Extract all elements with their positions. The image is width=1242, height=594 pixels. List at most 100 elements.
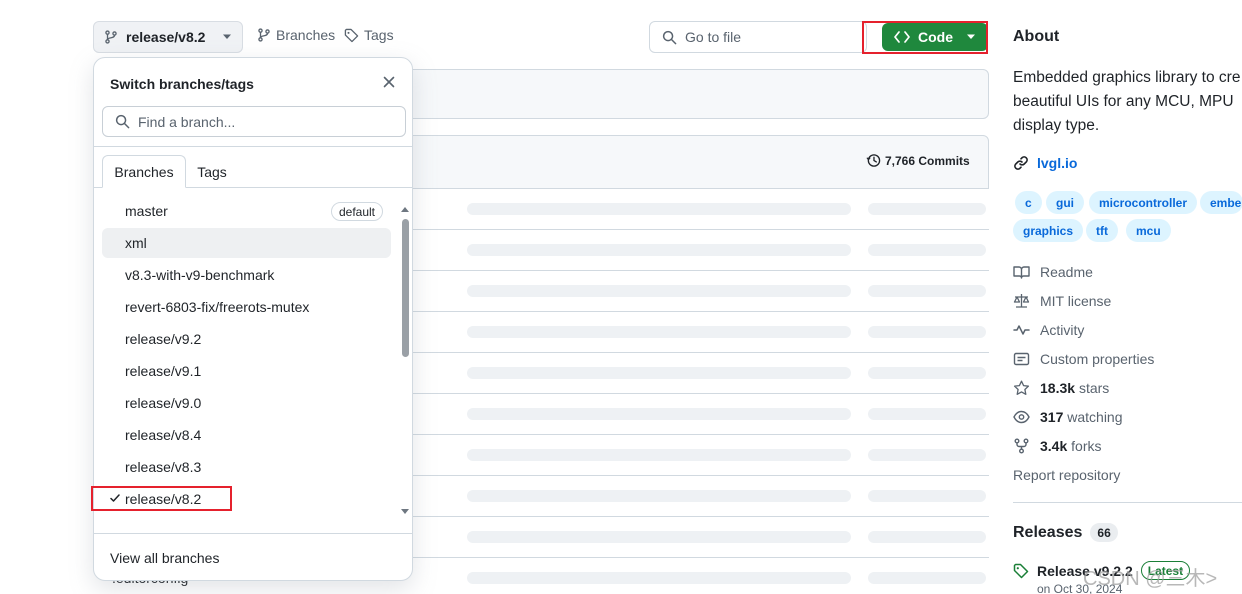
branch-name: xml: [125, 235, 147, 251]
eye-icon: [1013, 409, 1030, 425]
loading-placeholder: [868, 326, 986, 338]
loading-placeholder: [467, 449, 851, 461]
stars-link[interactable]: 18.3k stars: [1013, 380, 1109, 396]
repo-description: Embedded graphics library to cre beautif…: [1013, 69, 1241, 134]
law-scale-icon: [1013, 293, 1030, 309]
find-branch-input[interactable]: Find a branch...: [102, 106, 406, 137]
topic-tag[interactable]: embe: [1200, 191, 1242, 214]
branch-name: revert-6803-fix/freerots-mutex: [125, 299, 310, 315]
branches-link[interactable]: Branches: [257, 27, 335, 43]
loading-placeholder: [868, 203, 986, 215]
selected-branch-highlight-box: [91, 486, 232, 511]
report-repository-link[interactable]: Report repository: [1013, 467, 1120, 483]
dropdown-divider: [94, 146, 412, 147]
branch-name: release/v9.1: [125, 363, 202, 379]
loading-placeholder: [868, 285, 986, 297]
website-label: lvgl.io: [1037, 155, 1078, 171]
tab-branches[interactable]: Branches: [102, 155, 186, 188]
branch-name: release/v9.0: [125, 395, 202, 411]
branch-selector-label: release/v8.2: [126, 29, 206, 45]
branch-item-release-v9-0[interactable]: release/v9.0: [102, 388, 391, 418]
activity-link[interactable]: Activity: [1013, 322, 1084, 338]
loading-placeholder: [467, 285, 851, 297]
watching-label: watching: [1067, 409, 1123, 425]
triangle-down-icon: [222, 34, 232, 40]
branch-item-release-v8-3[interactable]: release/v8.3: [102, 452, 391, 482]
topic-tag[interactable]: c: [1015, 191, 1042, 214]
forks-link[interactable]: 3.4k forks: [1013, 438, 1101, 454]
topic-tag[interactable]: microcontroller: [1089, 191, 1198, 214]
custom-properties-link[interactable]: Custom properties: [1013, 351, 1154, 367]
activity-label: Activity: [1040, 322, 1085, 338]
branch-selector-button[interactable]: release/v8.2: [93, 21, 243, 53]
find-branch-placeholder: Find a branch...: [138, 113, 236, 130]
search-icon: [115, 114, 130, 129]
branch-item-v8-3-with-v9-benchmark[interactable]: v8.3-with-v9-benchmark: [102, 260, 391, 290]
forks-count: 3.4k: [1040, 438, 1068, 454]
loading-placeholder: [868, 408, 986, 420]
loading-placeholder: [467, 367, 851, 379]
go-to-file-input[interactable]: Go to file: [649, 21, 867, 53]
topic-tag[interactable]: mcu: [1126, 219, 1171, 242]
tags-link-label: Tags: [364, 27, 394, 43]
forks-label: forks: [1071, 438, 1102, 454]
dropdown-title: Switch branches/tags: [110, 76, 254, 92]
loading-placeholder: [868, 490, 986, 502]
tab-tags[interactable]: Tags: [186, 155, 238, 188]
loading-placeholder: [868, 531, 986, 543]
view-all-branches-link[interactable]: View all branches: [110, 550, 219, 566]
loading-placeholder: [868, 449, 986, 461]
loading-placeholder: [467, 244, 851, 256]
stars-count: 18.3k: [1040, 380, 1076, 396]
topic-tag[interactable]: gui: [1046, 191, 1084, 214]
branch-name: release/v9.2: [125, 331, 202, 347]
branch-item-release-v9-2[interactable]: release/v9.2: [102, 324, 391, 354]
branch-name: release/v8.3: [125, 459, 202, 475]
repo-forked-icon: [1013, 438, 1030, 454]
about-heading: About: [1013, 28, 1060, 45]
stars-label: stars: [1078, 380, 1110, 396]
loading-placeholder: [467, 490, 851, 502]
commits-link[interactable]: 7,766 Commits: [866, 153, 970, 168]
license-link[interactable]: MIT license: [1013, 293, 1111, 309]
link-icon: [1013, 155, 1029, 171]
code-button-highlight-box: [862, 21, 988, 54]
commits-count: 7,766 Commits: [885, 153, 970, 168]
readme-label: Readme: [1040, 264, 1093, 280]
readme-link[interactable]: Readme: [1013, 264, 1093, 280]
custom-properties-label: Custom properties: [1040, 351, 1155, 367]
branch-item-release-v9-1[interactable]: release/v9.1: [102, 356, 391, 386]
branch-item-master[interactable]: master default: [102, 196, 391, 226]
close-icon[interactable]: [382, 75, 396, 89]
git-branch-icon: [104, 30, 118, 44]
search-icon: [662, 30, 677, 45]
branch-name: release/v8.4: [125, 427, 202, 443]
loading-placeholder: [868, 367, 986, 379]
loading-placeholder: [467, 203, 851, 215]
pulse-icon: [1013, 322, 1030, 338]
dropdown-divider: [94, 533, 412, 534]
note-icon: [1013, 351, 1030, 367]
website-link[interactable]: lvgl.io: [1013, 155, 1077, 171]
branch-name: master: [125, 203, 168, 219]
git-branch-icon: [257, 28, 271, 42]
tags-link[interactable]: Tags: [344, 27, 394, 43]
branch-item-revert-6803[interactable]: revert-6803-fix/freerots-mutex: [102, 292, 391, 322]
scrollbar-thumb[interactable]: [402, 219, 409, 357]
watching-count: 317: [1040, 409, 1064, 425]
book-icon: [1013, 264, 1030, 280]
tag-icon: [344, 28, 359, 43]
releases-heading[interactable]: Releases 66: [1013, 523, 1118, 542]
watching-link[interactable]: 317 watching: [1013, 409, 1123, 425]
branch-item-xml[interactable]: xml: [102, 228, 391, 258]
releases-title: Releases: [1013, 523, 1083, 541]
topic-tag[interactable]: tft: [1086, 219, 1118, 242]
license-label: MIT license: [1040, 293, 1112, 309]
default-badge: default: [330, 202, 383, 221]
branch-item-release-v8-4[interactable]: release/v8.4: [102, 420, 391, 450]
star-icon: [1013, 380, 1030, 396]
loading-placeholder: [467, 408, 851, 420]
releases-count-badge: 66: [1090, 523, 1118, 542]
topic-tag[interactable]: graphics: [1013, 219, 1084, 242]
watermark-text: CSDN @三木>: [1083, 568, 1218, 590]
